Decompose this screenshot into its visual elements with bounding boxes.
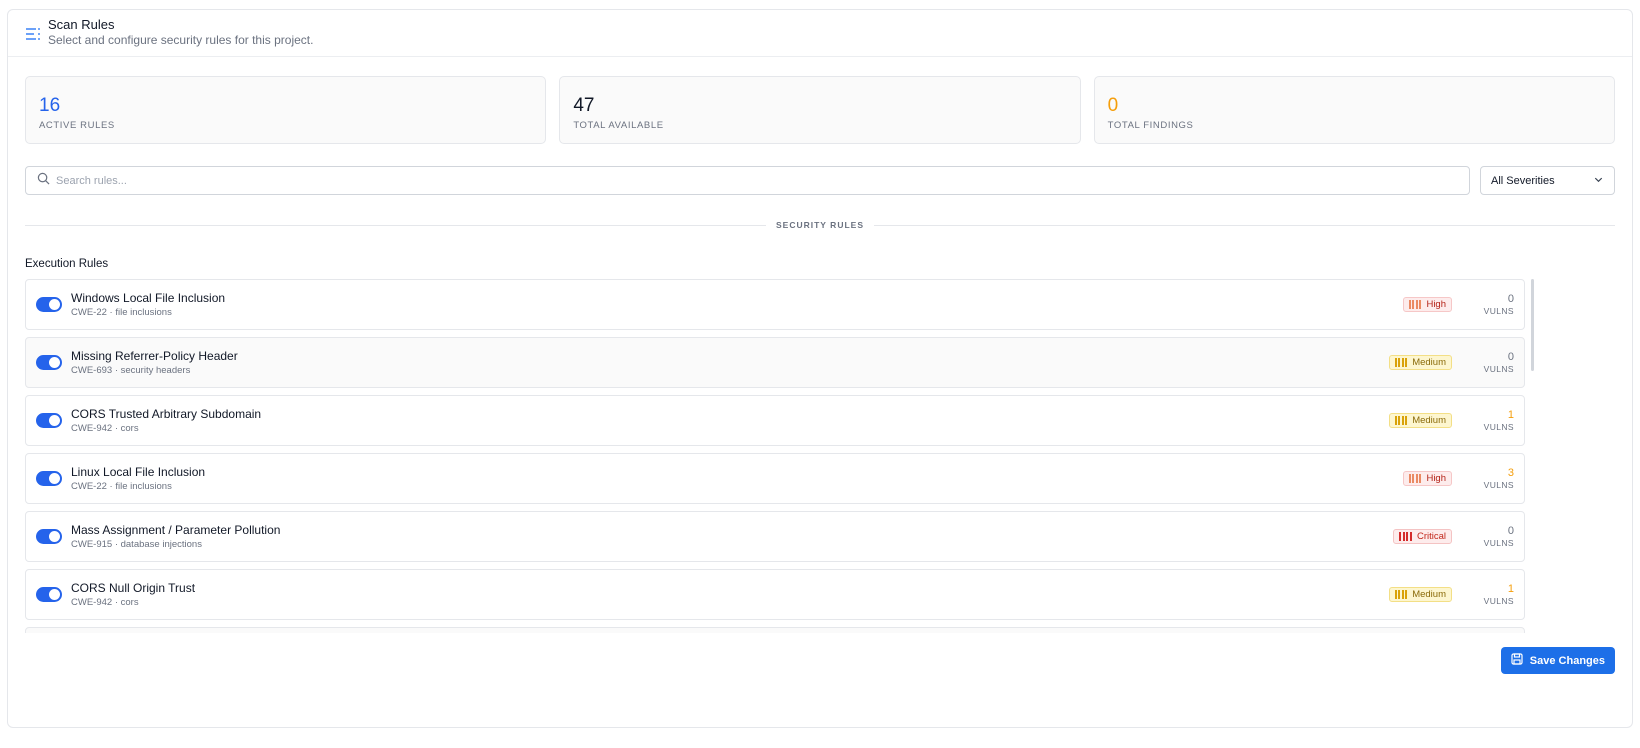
rule-toggle[interactable] [36, 297, 62, 312]
rule-name: CORS Null Origin Trust [71, 581, 196, 595]
severity-bars-icon [1394, 358, 1408, 367]
scan-rules-panel: Scan Rules Select and configure security… [7, 9, 1633, 728]
vuln-count-value: 3 [1507, 467, 1514, 479]
rule-row[interactable] [25, 627, 1525, 633]
severity-badge: High [1402, 297, 1452, 312]
stat-total-findings: 0 TOTAL FINDINGS [1093, 76, 1615, 144]
list-settings-icon [24, 24, 46, 46]
stat-label: ACTIVE RULES [39, 120, 115, 131]
rule-meta: CWE-22 · file inclusions [71, 307, 172, 318]
search-icon [37, 172, 50, 190]
stat-value: 0 [1107, 95, 1119, 116]
severity-label: High [1426, 473, 1446, 484]
vuln-count: 3 VULNS [1462, 467, 1514, 490]
section-divider: SECURITY RULES [25, 218, 1615, 232]
stat-value: 47 [573, 95, 595, 116]
rules-list: Windows Local File Inclusion CWE-22 · fil… [25, 279, 1525, 633]
severity-select-value: All Severities [1491, 174, 1555, 187]
filter-bar: All Severities [25, 166, 1615, 195]
vuln-count-label: VULNS [1483, 480, 1514, 490]
vuln-count-label: VULNS [1483, 538, 1514, 548]
search-input[interactable] [56, 174, 1345, 187]
page-subtitle: Select and configure security rules for … [48, 33, 314, 47]
stat-label: TOTAL AVAILABLE [573, 120, 664, 131]
vuln-count-value: 0 [1507, 293, 1514, 305]
severity-label: Medium [1412, 415, 1446, 426]
vuln-count: 0 VULNS [1462, 293, 1514, 316]
severity-label: Medium [1412, 589, 1446, 600]
stats-row: 16 ACTIVE RULES 47 TOTAL AVAILABLE 0 TOT… [25, 76, 1615, 144]
rule-meta: CWE-22 · file inclusions [71, 481, 172, 492]
rule-name: CORS Trusted Arbitrary Subdomain [71, 407, 262, 421]
rule-toggle[interactable] [36, 413, 62, 428]
severity-bars-icon [1394, 416, 1408, 425]
severity-bars-icon [1394, 590, 1408, 599]
vuln-count: 0 VULNS [1462, 525, 1514, 548]
rule-toggle[interactable] [36, 529, 62, 544]
severity-bars-icon [1408, 474, 1422, 483]
severity-badge: Medium [1388, 413, 1452, 428]
rule-toggle[interactable] [36, 355, 62, 370]
stat-value: 16 [39, 95, 61, 116]
rule-meta: CWE-915 · database injections [71, 539, 202, 550]
save-changes-button[interactable]: Save Changes [1500, 647, 1615, 674]
group-title: Execution Rules [25, 258, 109, 270]
severity-bars-icon [1408, 300, 1422, 309]
stat-active-rules: 16 ACTIVE RULES [25, 76, 547, 144]
rule-toggle[interactable] [36, 471, 62, 486]
chevron-down-icon [1593, 174, 1604, 188]
severity-badge: Critical [1393, 529, 1452, 544]
vuln-count: 1 VULNS [1462, 583, 1514, 606]
severity-badge: High [1402, 471, 1452, 486]
section-label: SECURITY RULES [776, 220, 864, 230]
vuln-count-label: VULNS [1483, 596, 1514, 606]
panel-header: Scan Rules Select and configure security… [8, 10, 1632, 57]
rule-meta: CWE-942 · cors [71, 423, 139, 434]
vuln-count-value: 0 [1507, 351, 1514, 363]
rule-name: Windows Local File Inclusion [71, 291, 226, 305]
severity-badge: Medium [1388, 587, 1452, 602]
severity-select[interactable]: All Severities [1480, 166, 1615, 195]
severity-badge: Medium [1388, 355, 1452, 370]
vuln-count-label: VULNS [1483, 422, 1514, 432]
rule-row[interactable]: CORS Trusted Arbitrary Subdomain CWE-942 … [25, 395, 1525, 446]
rule-name: Mass Assignment / Parameter Pollution [71, 523, 281, 537]
rule-row[interactable]: Linux Local File Inclusion CWE-22 · file … [25, 453, 1525, 504]
severity-bars-icon [1399, 532, 1412, 541]
rule-row[interactable]: Missing Referrer-Policy Header CWE-693 · … [25, 337, 1525, 388]
vuln-count: 0 VULNS [1462, 351, 1514, 374]
rule-row[interactable]: Windows Local File Inclusion CWE-22 · fil… [25, 279, 1525, 330]
rules-scrollbar[interactable] [1531, 279, 1534, 371]
vuln-count-value: 1 [1507, 583, 1514, 595]
vuln-count-label: VULNS [1483, 306, 1514, 316]
save-icon [1511, 653, 1530, 668]
vuln-count-label: VULNS [1483, 364, 1514, 374]
rule-meta: CWE-942 · cors [71, 597, 139, 608]
vuln-count-value: 1 [1507, 409, 1514, 421]
rule-row[interactable]: Mass Assignment / Parameter Pollution CWE… [25, 511, 1525, 562]
severity-label: Medium [1412, 357, 1446, 368]
save-button-label: Save Changes [1529, 654, 1605, 667]
search-box[interactable] [25, 166, 1470, 195]
rule-name: Linux Local File Inclusion [71, 465, 206, 479]
rule-row[interactable]: CORS Null Origin Trust CWE-942 · cors Medi… [25, 569, 1525, 620]
vuln-count: 1 VULNS [1462, 409, 1514, 432]
vuln-count-value: 0 [1507, 525, 1514, 537]
severity-label: Critical [1416, 531, 1446, 542]
rule-meta: CWE-693 · security headers [71, 365, 191, 376]
page-title: Scan Rules [48, 17, 115, 32]
rule-name: Missing Referrer-Policy Header [71, 349, 238, 363]
rule-toggle[interactable] [36, 587, 62, 602]
stat-total-available: 47 TOTAL AVAILABLE [559, 76, 1081, 144]
stat-label: TOTAL FINDINGS [1107, 120, 1194, 131]
severity-label: High [1426, 299, 1446, 310]
